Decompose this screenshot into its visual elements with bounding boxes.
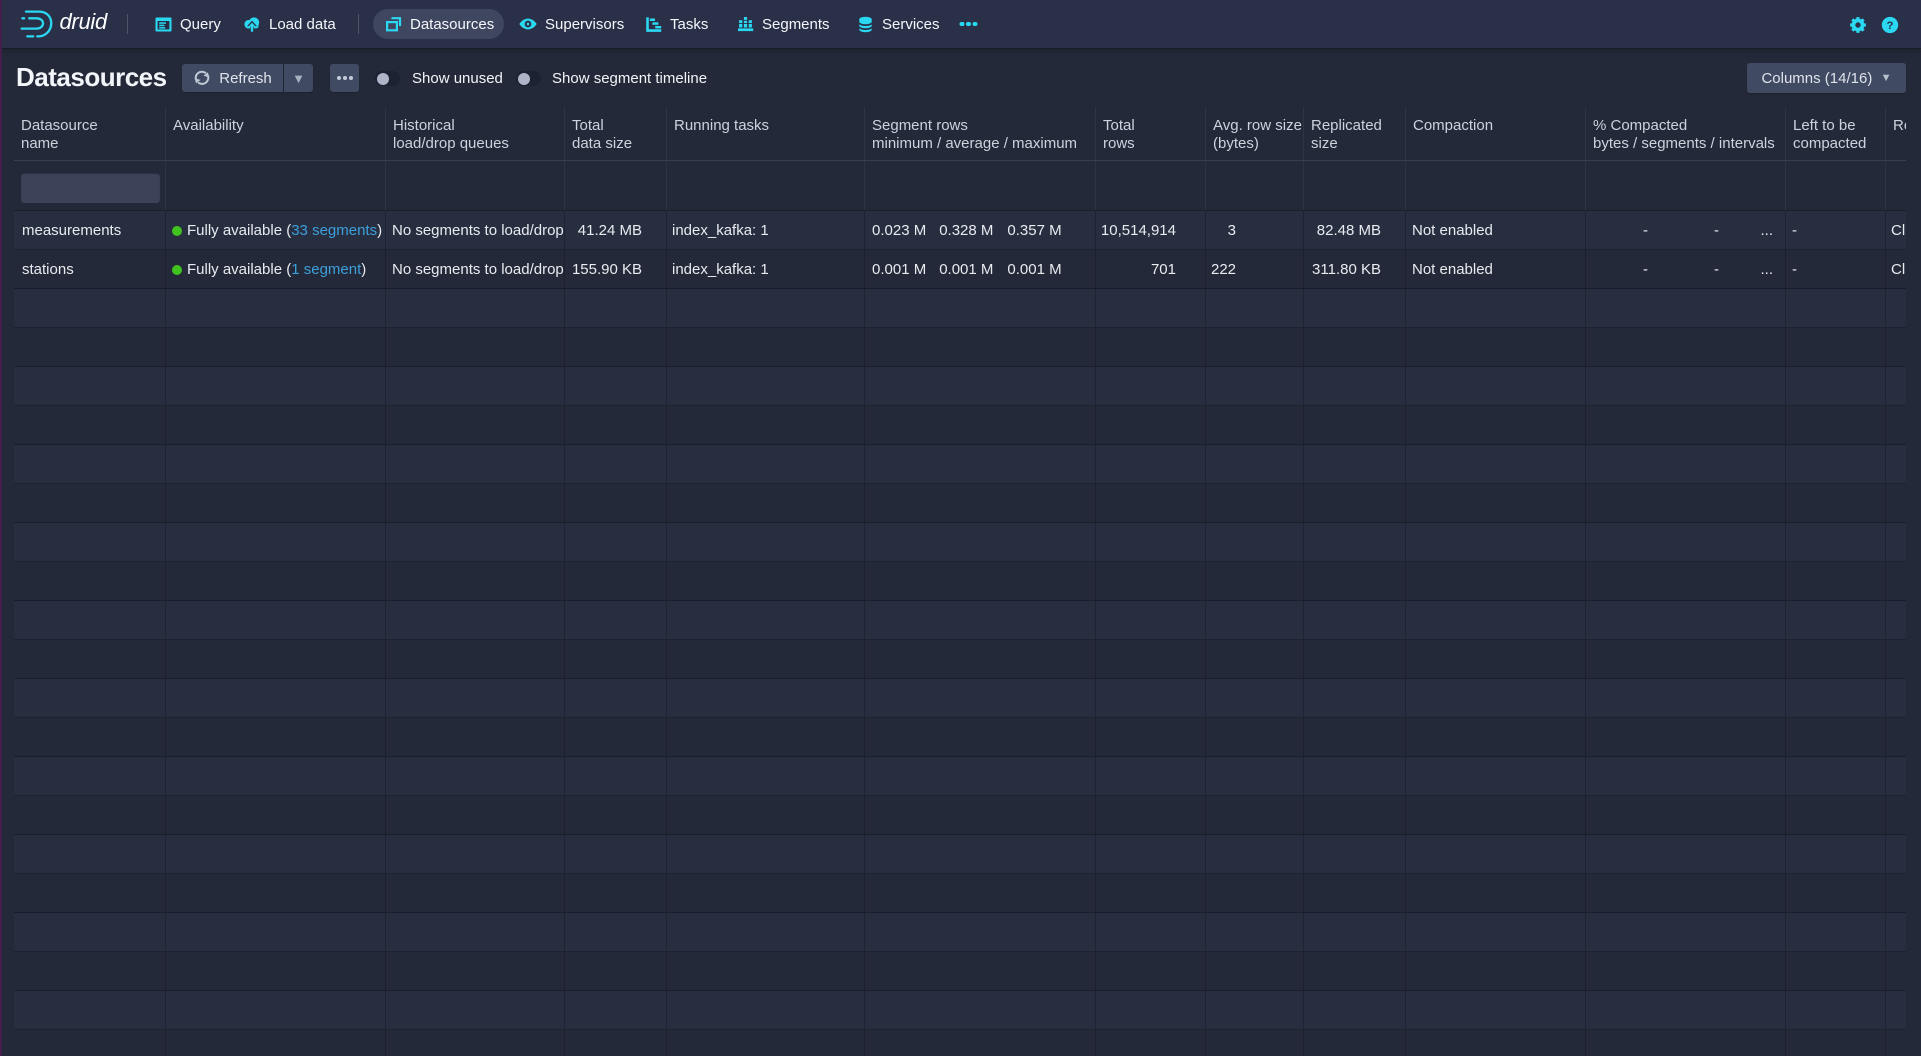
svg-text:?: ? xyxy=(1887,20,1894,32)
